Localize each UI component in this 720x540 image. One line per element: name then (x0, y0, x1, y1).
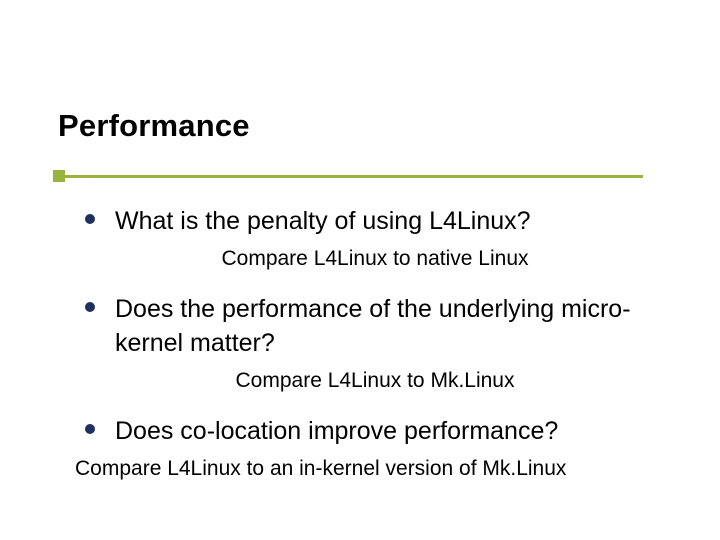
content-area: What is the penalty of using L4Linux? Co… (85, 204, 665, 502)
bullet-item-3: Does co-location improve performance? Co… (85, 414, 665, 484)
bullet-dot-icon (85, 214, 95, 224)
slide-title: Performance (58, 108, 250, 144)
bullet-dot-icon (85, 424, 95, 434)
bullet-sub-3: Compare L4Linux to an in-kernel version … (75, 454, 665, 484)
slide: Performance What is the penalty of using… (0, 0, 720, 540)
bullet-item-2: Does the performance of the underlying m… (85, 292, 665, 396)
bullet-item-1: What is the penalty of using L4Linux? Co… (85, 204, 665, 274)
bullet-sub-1: Compare L4Linux to native Linux (85, 244, 665, 274)
bullet-question-2: Does the performance of the underlying m… (115, 292, 665, 360)
underline-line (65, 175, 643, 178)
bullet-dot-icon (85, 302, 95, 312)
bullet-question-3: Does co-location improve performance? (115, 414, 665, 448)
bullet-sub-2: Compare L4Linux to Mk.Linux (85, 366, 665, 396)
bullet-question-1: What is the penalty of using L4Linux? (115, 204, 665, 238)
title-underline (53, 170, 643, 182)
underline-square (53, 170, 65, 182)
